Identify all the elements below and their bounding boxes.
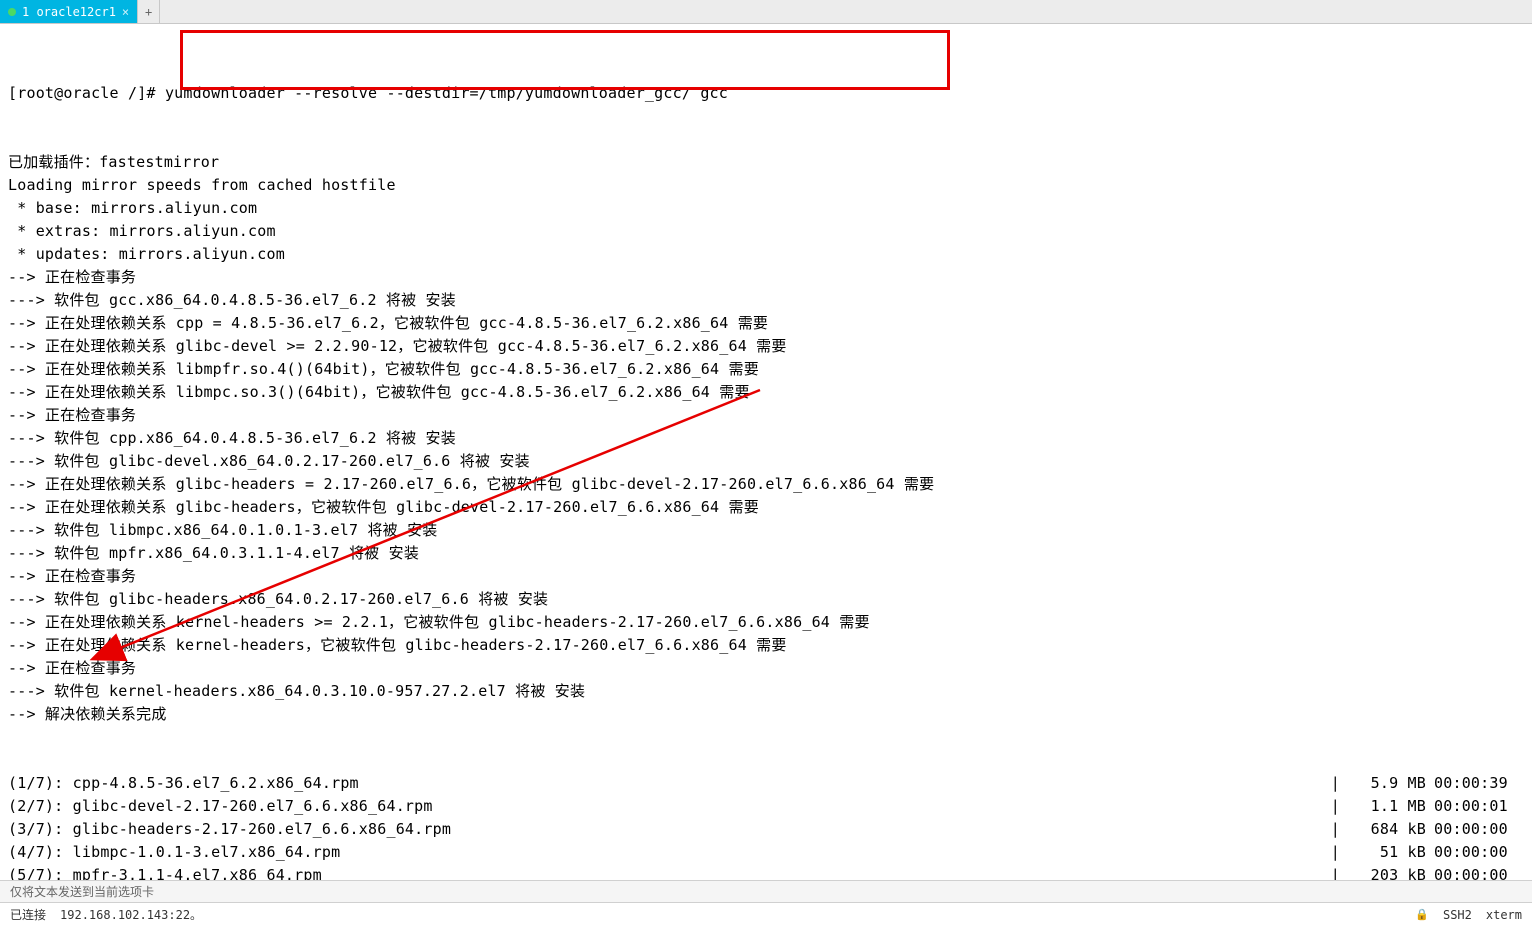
terminal-line: --> 正在处理依赖关系 glibc-devel >= 2.2.90-12，它被… <box>8 335 1524 358</box>
terminal-line: ---> 软件包 cpp.x86_64.0.4.8.5-36.el7_6.2 将… <box>8 427 1524 450</box>
command: yumdownloader --resolve --destdir=/tmp/y… <box>165 84 728 102</box>
download-size: 5.9 MB <box>1344 772 1434 795</box>
terminal-line: --> 正在处理依赖关系 cpp = 4.8.5-36.el7_6.2，它被软件… <box>8 312 1524 335</box>
tab-title: 1 oracle12cr1 <box>22 5 116 19</box>
download-row: (3/7): glibc-headers-2.17-260.el7_6.6.x8… <box>8 818 1524 841</box>
terminal-line: ---> 软件包 mpfr.x86_64.0.3.1.1-4.el7 将被 安装 <box>8 542 1524 565</box>
status-bar: 已连接 192.168.102.143:22。 🔒 SSH2 xterm <box>0 902 1532 926</box>
plus-icon: + <box>145 5 152 19</box>
download-name: libmpc-1.0.1-3.el7.x86_64.rpm <box>73 841 341 864</box>
terminal-line: --> 正在检查事务 <box>8 565 1524 588</box>
terminal-line: * extras: mirrors.aliyun.com <box>8 220 1524 243</box>
terminal-line: --> 正在处理依赖关系 libmpc.so.3()(64bit)，它被软件包 … <box>8 381 1524 404</box>
terminal-line: 已加载插件：fastestmirror <box>8 151 1524 174</box>
footer-hint: 仅将文本发送到当前选项卡 <box>0 880 1532 902</box>
download-time: 00:00:01 <box>1434 795 1524 818</box>
terminal-output[interactable]: [root@oracle /]# yumdownloader --resolve… <box>0 24 1532 926</box>
download-index: (3/7): <box>8 818 73 841</box>
download-index: (1/7): <box>8 772 73 795</box>
download-time: 00:00:00 <box>1434 841 1524 864</box>
status-connected: 已连接 <box>10 906 46 923</box>
close-icon[interactable]: × <box>122 5 129 19</box>
download-name: cpp-4.8.5-36.el7_6.2.x86_64.rpm <box>73 772 359 795</box>
download-size: 51 kB <box>1344 841 1434 864</box>
tab-bar: 1 oracle12cr1 × + <box>0 0 1532 24</box>
terminal-line: * updates: mirrors.aliyun.com <box>8 243 1524 266</box>
download-row: (4/7): libmpc-1.0.1-3.el7.x86_64.rpm|51 … <box>8 841 1524 864</box>
terminal-line: --> 正在处理依赖关系 kernel-headers，它被软件包 glibc-… <box>8 634 1524 657</box>
terminal-line: --> 正在检查事务 <box>8 657 1524 680</box>
lock-icon: 🔒 <box>1415 908 1429 921</box>
prompt: [root@oracle /]# <box>8 84 165 102</box>
download-name: glibc-headers-2.17-260.el7_6.6.x86_64.rp… <box>73 818 451 841</box>
terminal-line: --> 正在处理依赖关系 glibc-headers，它被软件包 glibc-d… <box>8 496 1524 519</box>
terminal-line: --> 解决依赖关系完成 <box>8 703 1524 726</box>
terminal-line: ---> 软件包 kernel-headers.x86_64.0.3.10.0-… <box>8 680 1524 703</box>
download-index: (2/7): <box>8 795 73 818</box>
terminal-line: --> 正在处理依赖关系 libmpfr.so.4()(64bit)，它被软件包… <box>8 358 1524 381</box>
download-time: 00:00:00 <box>1434 818 1524 841</box>
download-size: 1.1 MB <box>1344 795 1434 818</box>
new-tab-button[interactable]: + <box>138 0 160 23</box>
terminal-line: Loading mirror speeds from cached hostfi… <box>8 174 1524 197</box>
terminal-line: --> 正在处理依赖关系 kernel-headers >= 2.2.1，它被软… <box>8 611 1524 634</box>
status-protocol: SSH2 <box>1443 908 1472 922</box>
download-time: 00:00:39 <box>1434 772 1524 795</box>
download-name: glibc-devel-2.17-260.el7_6.6.x86_64.rpm <box>73 795 433 818</box>
status-term: xterm <box>1486 908 1522 922</box>
download-row: (1/7): cpp-4.8.5-36.el7_6.2.x86_64.rpm|5… <box>8 772 1524 795</box>
terminal-line: * base: mirrors.aliyun.com <box>8 197 1524 220</box>
prompt-line: [root@oracle /]# yumdownloader --resolve… <box>8 82 1524 105</box>
terminal-line: --> 正在检查事务 <box>8 404 1524 427</box>
terminal-line: ---> 软件包 glibc-headers.x86_64.0.2.17-260… <box>8 588 1524 611</box>
download-index: (4/7): <box>8 841 73 864</box>
status-address: 192.168.102.143:22。 <box>60 906 202 923</box>
tab-oracle12cr1[interactable]: 1 oracle12cr1 × <box>0 0 138 23</box>
download-size: 684 kB <box>1344 818 1434 841</box>
connection-dot-icon <box>8 8 16 16</box>
terminal-line: ---> 软件包 gcc.x86_64.0.4.8.5-36.el7_6.2 将… <box>8 289 1524 312</box>
terminal-line: ---> 软件包 glibc-devel.x86_64.0.2.17-260.e… <box>8 450 1524 473</box>
terminal-line: --> 正在处理依赖关系 glibc-headers = 2.17-260.el… <box>8 473 1524 496</box>
terminal-line: --> 正在检查事务 <box>8 266 1524 289</box>
terminal-line: ---> 软件包 libmpc.x86_64.0.1.0.1-3.el7 将被 … <box>8 519 1524 542</box>
download-row: (2/7): glibc-devel-2.17-260.el7_6.6.x86_… <box>8 795 1524 818</box>
